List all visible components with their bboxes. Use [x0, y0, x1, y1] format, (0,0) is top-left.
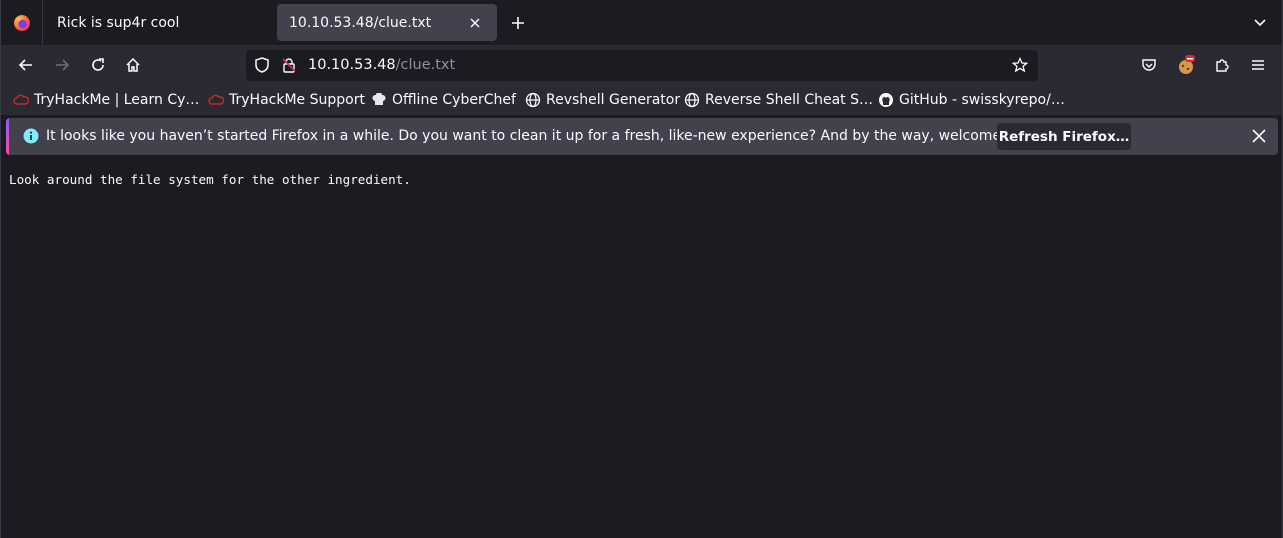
list-all-tabs-button[interactable]	[1246, 8, 1274, 36]
bookmark-tryhackme-learn[interactable]: TryHackMe | Learn Cy…	[13, 90, 199, 110]
tracking-protection-shield-icon[interactable]	[254, 57, 270, 77]
close-tab-icon[interactable]	[465, 13, 485, 33]
tab-strip: Rick is sup4r cool 10.10.53.48/clue.txt	[1, 0, 1282, 45]
close-icon	[1252, 129, 1266, 143]
globe-icon	[684, 92, 700, 108]
bookmark-label: Revshell Generator	[546, 92, 681, 108]
bookmark-label: Reverse Shell Cheat S…	[705, 92, 873, 108]
reload-button[interactable]	[84, 51, 112, 79]
url-bar[interactable]: 10.10.53.48/clue.txt	[246, 50, 1038, 81]
bookmark-label: TryHackMe | Learn Cy…	[34, 92, 200, 108]
forward-button[interactable]	[48, 51, 76, 79]
plus-icon	[512, 16, 524, 29]
page-text: Look around the file system for the othe…	[9, 172, 411, 187]
page-content: Look around the file system for the othe…	[1, 158, 1282, 538]
bookmark-github-swisskyrepo[interactable]: GitHub - swisskyrepo/…	[878, 90, 1065, 110]
puzzle-piece-icon	[1216, 59, 1229, 72]
cookie-extension-icon	[1179, 55, 1195, 74]
tryhackme-icon	[208, 92, 224, 108]
tryhackme-icon	[13, 92, 29, 108]
notification-message: It looks like you haven’t started Firefo…	[46, 128, 1045, 144]
home-icon	[126, 57, 140, 72]
chevron-down-icon	[1254, 19, 1266, 27]
app-menu-button[interactable]	[1244, 51, 1272, 79]
browser-window: Rick is sup4r cool 10.10.53.48/clue.txt	[0, 0, 1283, 538]
nav-bar: 10.10.53.48/clue.txt	[1, 45, 1282, 85]
extensions-button[interactable]	[1208, 51, 1236, 79]
tab-title: Rick is sup4r cool	[57, 14, 180, 31]
arrow-left-icon	[18, 59, 32, 71]
bookmarks-toolbar: TryHackMe | Learn Cy… TryHackMe Support …	[1, 85, 1282, 115]
url-host: 10.10.53.48	[308, 57, 396, 73]
firefox-menu-logo[interactable]	[1, 0, 43, 45]
url-text: 10.10.53.48/clue.txt	[308, 57, 455, 73]
home-button[interactable]	[119, 51, 147, 79]
refresh-firefox-button[interactable]: Refresh Firefox…	[997, 123, 1131, 150]
back-button[interactable]	[12, 51, 40, 79]
tab-clue-txt[interactable]: 10.10.53.48/clue.txt	[277, 4, 497, 41]
reload-icon	[92, 58, 104, 71]
insecure-lock-icon[interactable]	[281, 57, 297, 77]
close-notification-button[interactable]	[1247, 124, 1271, 148]
arrow-right-icon	[56, 59, 70, 71]
bookmark-revshell-generator[interactable]: Revshell Generator	[525, 90, 680, 110]
hamburger-menu-icon	[1252, 60, 1264, 70]
pocket-icon	[1142, 59, 1156, 71]
notification-accent	[6, 118, 9, 155]
tab-rick[interactable]: Rick is sup4r cool	[45, 4, 273, 41]
pocket-button[interactable]	[1135, 51, 1163, 79]
firefox-icon	[13, 14, 30, 31]
bookmark-label: GitHub - swisskyrepo/…	[899, 92, 1065, 108]
bookmark-tryhackme-support[interactable]: TryHackMe Support	[208, 90, 365, 110]
bookmark-label: Offline CyberChef	[392, 92, 516, 108]
bookmark-star-icon[interactable]	[1011, 56, 1029, 77]
globe-icon	[525, 92, 541, 108]
new-tab-button[interactable]	[501, 6, 535, 40]
info-icon	[23, 128, 39, 144]
bookmark-label: TryHackMe Support	[229, 92, 365, 108]
chef-hat-icon	[371, 92, 387, 108]
notification-bar: It looks like you haven’t started Firefo…	[6, 118, 1278, 155]
tab-title: 10.10.53.48/clue.txt	[289, 14, 432, 31]
github-icon	[878, 92, 894, 108]
url-path: /clue.txt	[395, 57, 456, 73]
bookmark-reverse-shell-cheat-sheet[interactable]: Reverse Shell Cheat S…	[684, 90, 873, 110]
bookmark-offline-cyberchef[interactable]: Offline CyberChef	[371, 90, 516, 110]
extension-button[interactable]	[1172, 51, 1200, 79]
